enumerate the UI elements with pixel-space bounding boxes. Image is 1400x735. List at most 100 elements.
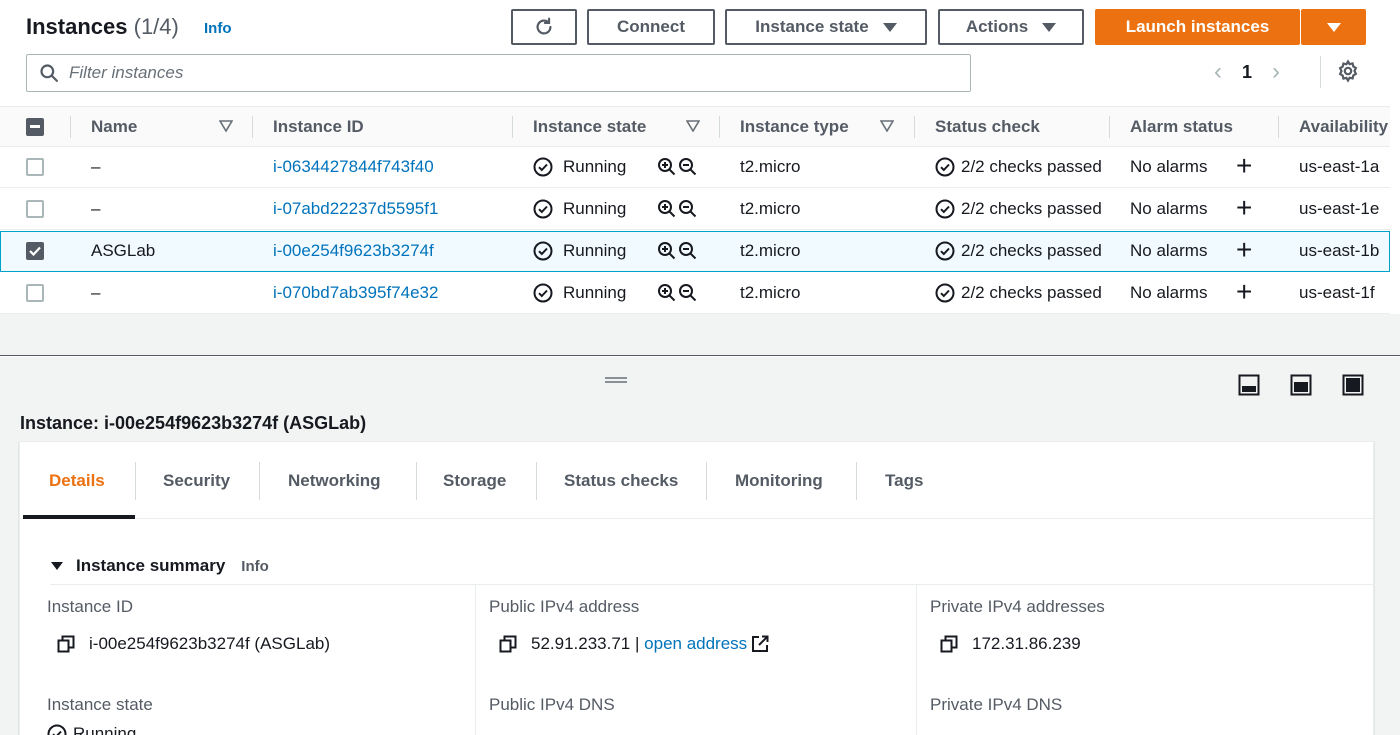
private-ipv4-label: Private IPv4 addresses [930,597,1105,616]
row-checkbox[interactable] [26,242,44,260]
next-page-icon[interactable]: › [1272,58,1280,86]
settings-gear-icon[interactable] [1336,59,1360,88]
full-screen-icon[interactable] [1342,374,1364,396]
tab-security[interactable]: Security [163,442,230,519]
pagination: ‹ 1 › [1214,58,1280,86]
split-side-icon[interactable] [1290,374,1312,396]
plus-icon[interactable]: + [1236,152,1252,180]
row-checkbox[interactable] [26,158,44,176]
checkmark-circle-icon [533,241,553,261]
sort-triangle-icon[interactable] [219,120,233,132]
checkmark-circle-icon [935,157,955,177]
availability-zone: us-east-1a [1299,157,1380,176]
instance-state-label: Instance state [47,695,153,714]
summary-title: Instance summary [76,556,226,575]
ec2-console: Instances (1/4) Info Connect Instance st… [0,0,1400,735]
availability-zone: us-east-1f [1299,283,1375,302]
public-ipv4-label: Public IPv4 address [489,597,640,616]
instance-state: Running [533,189,626,229]
column-divider [70,116,71,138]
refresh-icon [536,17,552,35]
tab-divider [536,462,537,500]
alarm-status: No alarms [1130,199,1208,218]
tab-storage[interactable]: Storage [443,442,506,519]
tab-divider [135,462,136,500]
refresh-button[interactable] [511,9,577,45]
status-check: 2/2 checks passed [935,147,1102,187]
zoom-in-zoom-out-icon[interactable] [657,241,699,261]
split-bottom-icon[interactable] [1238,374,1260,396]
select-all-cell[interactable] [26,107,44,147]
column-header-instance-type[interactable]: Instance type [740,107,849,147]
zoom-in-zoom-out-icon[interactable] [657,199,699,219]
plus-icon[interactable]: + [1236,194,1252,222]
zoom-in-zoom-out-icon[interactable] [657,157,699,177]
tab-status-checks[interactable]: Status checks [564,442,678,519]
divider [1320,56,1321,88]
filter-input[interactable] [69,63,929,83]
column-header-instance-state[interactable]: Instance state [533,107,646,147]
status-check: 2/2 checks passed [935,273,1102,313]
column-divider [719,116,720,138]
launch-options-dropdown[interactable] [1301,9,1366,45]
instance-id-link[interactable]: i-07abd22237d5595f1 [273,189,438,229]
tab-divider [706,462,707,500]
tab-tags[interactable]: Tags [885,442,923,519]
plus-icon[interactable]: + [1236,278,1252,306]
copy-icon[interactable] [940,635,958,653]
tab-details[interactable]: Details [49,442,105,519]
current-page[interactable]: 1 [1242,62,1252,83]
instance-name: – [91,199,101,218]
column-divider [916,584,917,735]
table-row-selected[interactable]: ASGLab i-00e254f9623b3274f Running t2.mi… [0,231,1390,272]
copy-icon[interactable] [499,635,517,653]
open-address-link[interactable]: open address [644,634,747,653]
sort-triangle-icon[interactable] [880,120,894,132]
filter-box[interactable] [26,54,971,92]
column-header-name[interactable]: Name [91,107,137,147]
actions-button[interactable]: Actions [938,9,1084,45]
instance-id-value: i-00e254f9623b3274f (ASGLab) [57,634,330,654]
info-link[interactable]: Info [204,20,232,37]
column-header-status-check[interactable]: Status check [935,107,1040,147]
selection-count: (1/4) [133,14,179,39]
summary-info-link[interactable]: Info [241,558,269,575]
private-ipv4-value: 172.31.86.239 [940,634,1081,654]
column-header-alarm-status[interactable]: Alarm status [1130,107,1233,147]
tab-divider [856,462,857,500]
drag-handle-icon[interactable] [604,376,628,384]
instance-id-link[interactable]: i-070bd7ab395f74e32 [273,273,438,313]
copy-icon[interactable] [57,635,75,653]
connect-button[interactable]: Connect [587,9,715,45]
zoom-in-zoom-out-icon[interactable] [657,283,699,303]
plus-icon[interactable]: + [1236,236,1252,264]
instance-id-link[interactable]: i-0634427844f743f40 [273,147,434,187]
sort-triangle-icon[interactable] [686,120,700,132]
instance-state-button[interactable]: Instance state [725,9,927,45]
alarm-status: No alarms [1130,241,1208,260]
table-row[interactable]: – i-070bd7ab395f74e32 Running t2.micro 2… [0,273,1390,314]
column-header-instance-id[interactable]: Instance ID [273,107,364,147]
previous-page-icon[interactable]: ‹ [1214,58,1222,86]
table-row[interactable]: – i-07abd22237d5595f1 Running t2.micro 2… [0,189,1390,230]
tab-monitoring[interactable]: Monitoring [735,442,823,519]
public-dns-label: Public IPv4 DNS [489,695,615,714]
instance-id-link[interactable]: i-00e254f9623b3274f [273,231,434,271]
caret-down-icon [1042,22,1057,32]
caret-down-icon [51,562,63,570]
details-card: Details Security Networking Storage Stat… [19,441,1375,735]
alarm-status: No alarms [1130,157,1208,176]
tab-networking[interactable]: Networking [288,442,381,519]
instance-state: Running [533,147,626,187]
column-divider [512,116,513,138]
row-checkbox[interactable] [26,200,44,218]
instance-summary-header[interactable]: Instance summary Info [50,556,269,576]
public-ipv4-value: 52.91.233.71 | open address [499,634,769,654]
table-row[interactable]: – i-0634427844f743f40 Running t2.micro 2… [0,147,1390,188]
select-all-checkbox[interactable] [26,118,44,136]
row-checkbox[interactable] [26,284,44,302]
external-link-icon[interactable] [751,635,769,653]
column-header-availability[interactable]: Availability [1299,107,1388,147]
launch-instances-button[interactable]: Launch instances [1095,9,1300,45]
column-divider [1109,116,1110,138]
